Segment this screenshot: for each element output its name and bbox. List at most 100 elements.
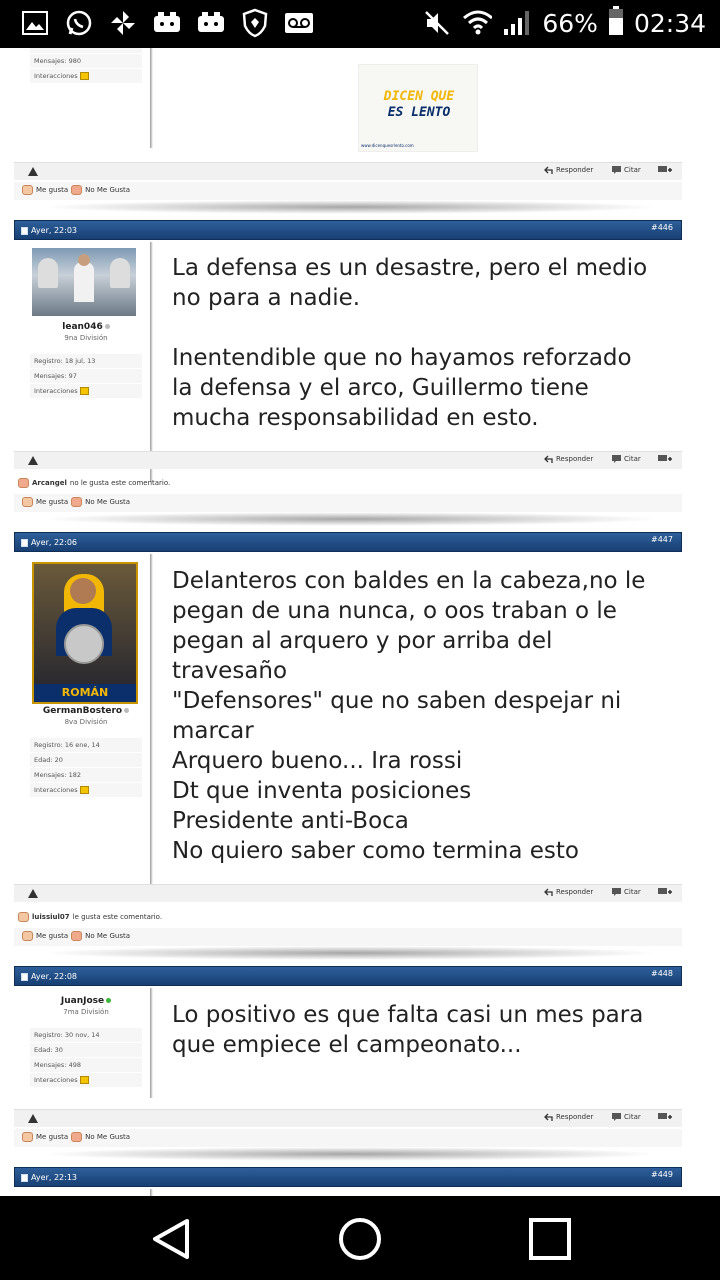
reply-button[interactable]: Responder [544,888,593,896]
interactions-icon[interactable] [79,387,89,395]
post-separator [40,200,660,214]
like-bar: Me gusta No Me Gusta [14,182,682,200]
post-icon [21,1173,28,1182]
signal-icon [502,8,532,38]
stat-row: Mensajes: 97 [30,369,142,384]
like-bar: Me gusta No Me Gusta [14,494,682,512]
dislike-button[interactable]: No Me Gusta [85,1133,130,1141]
forum-thread[interactable]: Mensajes: 980 Interacciones DICEN QUE ES… [0,48,720,1196]
thumbs-up-icon [18,912,29,922]
thumbs-up-icon[interactable] [22,931,33,941]
dislike-button[interactable]: No Me Gusta [85,186,130,194]
post-number-link[interactable]: #448 [651,969,673,978]
user-separator [150,1189,153,1196]
post-icon [21,972,28,981]
post-number-link[interactable]: #447 [651,535,673,544]
back-button[interactable] [146,1214,196,1264]
like-button[interactable]: Me gusta [36,932,68,940]
username-link[interactable]: GermanBostero [30,706,142,716]
thumbs-down-icon [18,478,29,488]
report-icon[interactable] [28,167,38,176]
thumbs-down-icon[interactable] [71,931,83,941]
user-panel: lean046 9na División Registro: 18 jul, 1… [30,248,142,399]
quote-icon [612,166,621,174]
multi-quote-button[interactable] [658,1113,672,1123]
reply-button[interactable]: Responder [544,455,593,463]
page-margin [692,48,720,1196]
quote-button[interactable]: Citar [612,455,641,463]
user-rank: 7ma División [63,1008,109,1016]
status-dot [106,998,112,1003]
stat-row: Interacciones [30,384,142,399]
quote-button[interactable]: Citar [612,1113,641,1121]
thumbs-down-icon[interactable] [71,1132,83,1142]
reaction-line: luissiul07 le gusta este comentario. [18,912,162,922]
mute-icon [422,8,452,38]
multi-quote-button[interactable] [658,888,672,898]
game-controller-icon [196,8,226,38]
voicemail-icon [284,8,314,38]
post-header: Ayer, 22:06 #447 [14,532,682,552]
like-button[interactable]: Me gusta [36,1133,68,1141]
post-header: Ayer, 22:03 #446 [14,220,682,240]
thumbs-down-icon[interactable] [71,497,83,507]
user-avatar[interactable]: ROMÁN [32,562,138,704]
avatar-caption: ROMÁN [34,684,136,702]
multi-quote-icon [658,1113,672,1119]
username-link[interactable]: lean046 [30,322,142,332]
post-action-bar: Responder Citar [14,451,682,469]
home-button[interactable] [335,1214,385,1264]
stat-row: Interacciones [30,1073,142,1088]
interactions-icon[interactable] [79,1076,89,1084]
post-message: Delanteros con baldes en la cabeza,no le… [172,568,646,864]
whatsapp-icon [64,8,94,38]
home-icon [339,1218,381,1260]
post-number-link[interactable]: #449 [651,1170,673,1179]
user-rank: 8va División [64,718,108,726]
meme-image: DICEN QUE ES LENTO www.dicenquesrlento.c… [358,64,478,152]
quote-button[interactable]: Citar [612,888,641,896]
dislike-button[interactable]: No Me Gusta [85,932,130,940]
like-button[interactable]: Me gusta [36,498,68,506]
back-icon [153,1219,189,1259]
username-link[interactable]: JuanJose [30,996,142,1006]
thumbs-up-icon[interactable] [22,185,33,195]
quote-icon [612,1113,621,1121]
post-message: La defensa es un desastre, pero el medio… [172,255,648,431]
status-bar: 66% 02:34 [0,0,720,48]
navigation-bar [0,1196,720,1280]
like-button[interactable]: Me gusta [36,186,68,194]
multi-quote-button[interactable] [658,166,672,176]
multi-quote-icon [658,166,672,172]
thumbs-down-icon[interactable] [71,185,83,195]
thumbs-up-icon[interactable] [22,497,33,507]
reply-button[interactable]: Responder [544,166,593,174]
stat-row: Edad: 30 [30,1043,142,1058]
post-separator [40,1147,660,1161]
user-separator [150,554,153,884]
interactions-icon [79,72,89,80]
shield-icon [240,8,270,38]
gallery-icon [20,8,50,38]
post-number-link[interactable]: #446 [651,223,673,232]
report-icon[interactable] [28,889,38,898]
post-action-bar: Responder Citar [14,162,682,180]
report-icon[interactable] [28,456,38,465]
reply-button[interactable]: Responder [544,1113,593,1121]
multi-quote-icon [658,888,672,894]
post-message: Lo positivo es que falta casi un mes par… [172,1002,644,1058]
reply-icon [544,166,553,174]
report-icon[interactable] [28,1114,38,1123]
dislike-button[interactable]: No Me Gusta [85,498,130,506]
reaction-user-link[interactable]: luissiul07 [32,913,70,921]
quote-button[interactable]: Citar [612,166,641,174]
interactions-icon[interactable] [79,786,89,794]
reaction-user-link[interactable]: Arcangel [32,479,67,487]
multi-quote-button[interactable] [658,455,672,465]
stat-row: Interacciones [30,783,142,798]
thumbs-up-icon[interactable] [22,1132,33,1142]
recents-button[interactable] [525,1214,575,1264]
user-avatar[interactable] [32,248,136,316]
pinwheel-icon [108,8,138,38]
post-icon [21,538,28,547]
